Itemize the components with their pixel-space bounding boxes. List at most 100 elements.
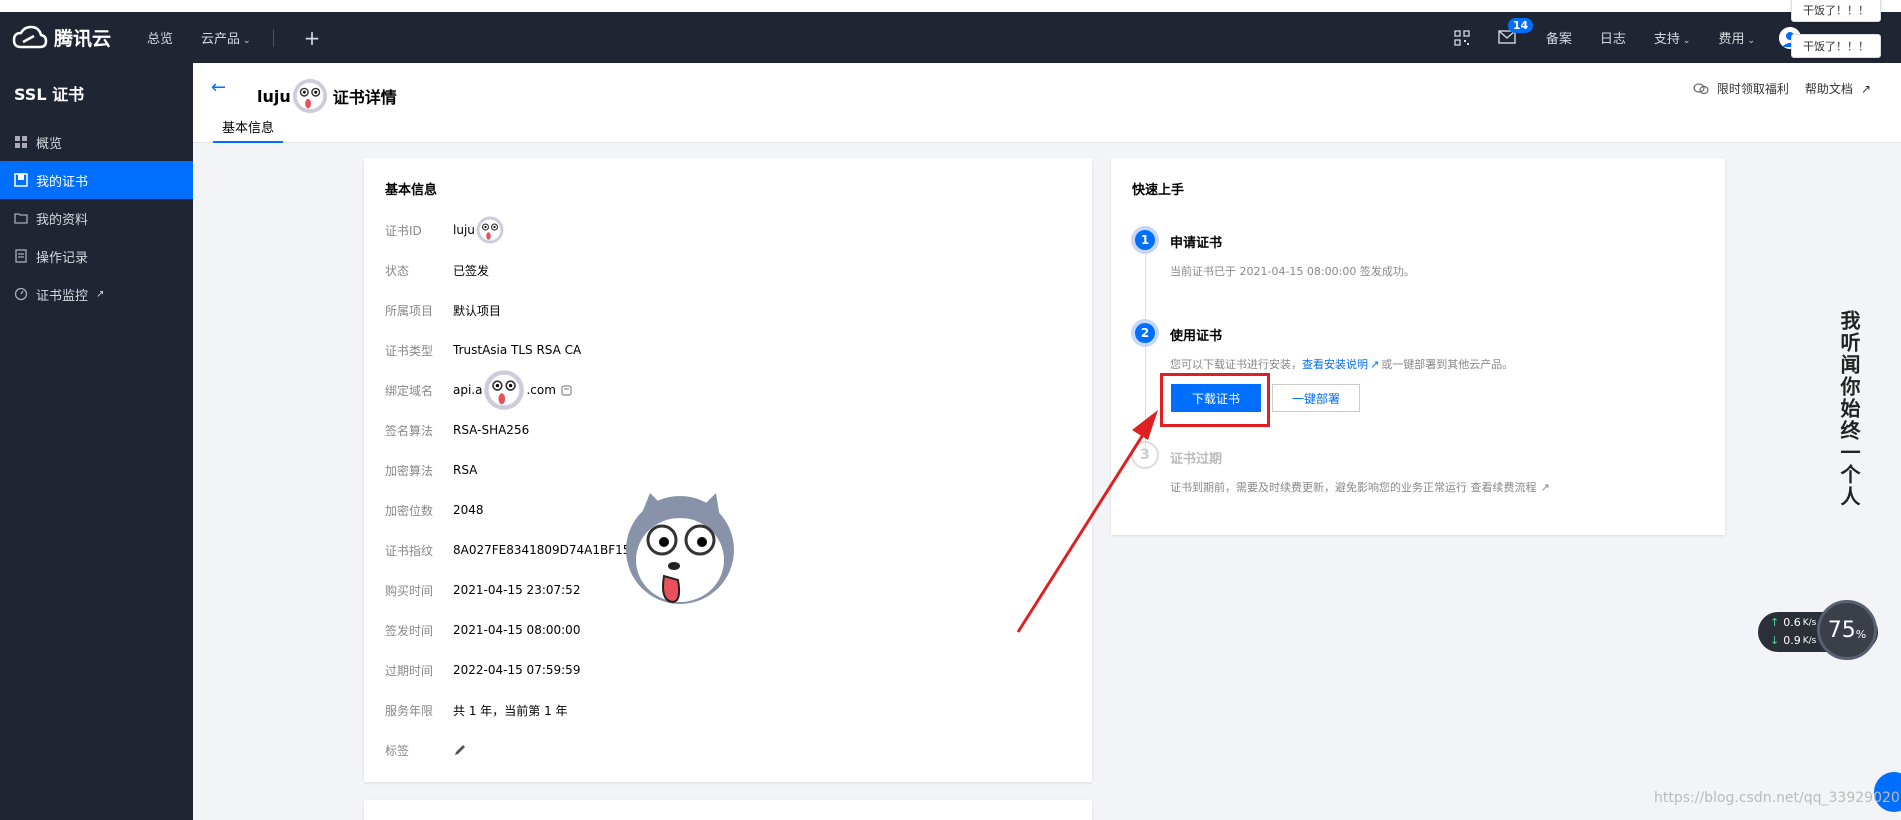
- back-arrow-icon[interactable]: ←: [211, 77, 226, 98]
- add-shortcut-button[interactable]: +: [304, 26, 321, 50]
- project-value: 默认项目: [453, 303, 502, 318]
- pencil-edit-icon[interactable]: [453, 743, 467, 757]
- nav-billing[interactable]: 费用 ⌄: [1718, 28, 1755, 47]
- net-up-value: 0.6: [1783, 616, 1801, 629]
- info-row-purchase-time: 购买时间 2021-04-15 23:07:52: [385, 580, 580, 600]
- info-key: 加密算法: [385, 463, 434, 478]
- net-unit: K/s: [1802, 617, 1817, 628]
- info-row-enc-algo: 加密算法 RSA: [385, 460, 477, 480]
- nav-logs[interactable]: 日志: [1600, 28, 1626, 47]
- sign-algo-value: RSA-SHA256: [453, 423, 530, 437]
- sidebar-item-overview[interactable]: 概览: [0, 123, 193, 161]
- tab-label: 基本信息: [222, 121, 275, 136]
- info-key: 证书类型: [385, 343, 434, 358]
- step-desc-text: 或一键部署到其他云产品。: [1381, 358, 1514, 371]
- step-number-text: 2: [1135, 323, 1155, 343]
- step-desc-text: 您可以下载证书进行安装，: [1170, 358, 1302, 371]
- service-years-value: 共 1 年，当前第 1 年: [453, 703, 568, 718]
- step-number-1: 1: [1131, 226, 1159, 254]
- nav-overview[interactable]: 总览: [147, 28, 173, 47]
- sidebar: SSL 证书 概览 我的证书 我的资料 操作记录 证书监控 ↗: [0, 63, 193, 820]
- step-desc-text: 证书到期前，需要及时续费更新，避免影响您的业务正常运行 查看续费流程: [1170, 481, 1537, 494]
- floating-note[interactable]: 干饭了！！！: [1791, 0, 1881, 22]
- external-link-icon: ↗: [96, 288, 105, 300]
- info-row-tags: 标签: [385, 740, 467, 760]
- gauge-percent-unit: %: [1855, 627, 1867, 641]
- sidebar-item-label: 操作记录: [36, 250, 89, 266]
- nav-filing[interactable]: 备案: [1546, 28, 1572, 47]
- step-description: 当前证书已于 2021-04-15 08:00:00 签发成功。: [1170, 265, 1415, 278]
- step-connector: [1145, 254, 1146, 454]
- info-key: 绑定域名: [385, 383, 434, 398]
- vertical-overlay-text: 我听闻你始终一个人: [1837, 310, 1861, 508]
- info-row-issue-time: 签发时间 2021-04-15 08:00:00: [385, 620, 580, 640]
- sidebar-item-my-certificates[interactable]: 我的证书: [0, 161, 193, 199]
- sidebar-item-label: 我的资料: [36, 212, 89, 228]
- info-key: 服务年限: [385, 703, 434, 718]
- page-title: luju 证书详情: [257, 77, 397, 115]
- info-row-sign-algo: 签名算法 RSA-SHA256: [385, 420, 529, 440]
- arrow-up-icon: ↑: [1770, 616, 1780, 629]
- cloud-logo-icon: [12, 25, 48, 48]
- chevron-down-icon: ⌄: [1747, 36, 1755, 46]
- external-link-icon: ↗: [1370, 358, 1380, 371]
- qr-code-icon[interactable]: [1454, 29, 1470, 46]
- brand-name: 腾讯云: [54, 28, 112, 50]
- gauge-percent: 75: [1827, 617, 1856, 643]
- info-key: 所属项目: [385, 303, 434, 318]
- chevron-down-icon: ⌄: [243, 36, 251, 46]
- info-row-project: 所属项目 默认项目: [385, 300, 501, 320]
- sidebar-item-my-info[interactable]: 我的资料: [0, 199, 193, 237]
- blog-watermark: https://blog.csdn.net/qq_33929020: [1654, 790, 1900, 806]
- memory-usage-gauge[interactable]: 75%: [1817, 600, 1877, 660]
- enc-algo-value: RSA: [453, 463, 478, 477]
- info-row-expire-time: 过期时间 2022-04-15 07:59:59: [385, 660, 580, 680]
- one-click-deploy-button[interactable]: 一键部署: [1272, 384, 1360, 412]
- card-title: 快速上手: [1132, 183, 1185, 198]
- arrow-down-icon: ↓: [1770, 634, 1780, 647]
- cert-id-value: luju: [453, 223, 475, 237]
- purchase-time-value: 2021-04-15 23:07:52: [453, 583, 581, 597]
- sidebar-item-label: 概览: [36, 136, 63, 152]
- net-up-line: ↑ 0.6 K/s: [1770, 616, 1816, 629]
- welfare-link[interactable]: 限时领取福利: [1717, 80, 1789, 97]
- info-key: 证书指纹: [385, 543, 434, 558]
- folder-icon: [14, 213, 28, 224]
- info-row-cert-id: 证书ID luju: [385, 216, 505, 244]
- step-number-text: 3: [1140, 447, 1150, 463]
- floating-note[interactable]: 干饭了！！！: [1791, 34, 1881, 58]
- info-key: 状态: [385, 263, 410, 278]
- nav-products-label: 云产品: [201, 32, 241, 47]
- sidebar-item-operation-log[interactable]: 操作记录: [0, 237, 193, 275]
- husky-sticker-icon: [484, 370, 525, 410]
- mail-badge: 14: [1507, 17, 1534, 33]
- sidebar-item-cert-monitor[interactable]: 证书监控 ↗: [0, 275, 193, 313]
- domain-prefix: api.a: [453, 383, 483, 397]
- net-down-line: ↓ 0.9 K/s: [1770, 634, 1816, 647]
- nav-support[interactable]: 支持 ⌄: [1654, 28, 1691, 47]
- step-number-2: 2: [1131, 319, 1159, 347]
- install-guide-link[interactable]: 查看安装说明: [1302, 358, 1368, 371]
- page-title-suffix: 证书详情: [332, 88, 397, 107]
- mail-button[interactable]: 14: [1498, 17, 1534, 46]
- step-title: 申请证书: [1170, 236, 1223, 251]
- step-number-3: 3: [1131, 441, 1159, 469]
- sidebar-item-label: 证书监控: [36, 288, 89, 304]
- tab-basic-info[interactable]: 基本信息: [213, 117, 284, 143]
- info-row-fingerprint: 证书指纹 8A027FE8341809D74A1BF152: [385, 540, 638, 560]
- copy-icon[interactable]: [560, 383, 574, 397]
- nav-support-label: 支持: [1653, 32, 1680, 47]
- certificate-icon: [14, 173, 28, 187]
- sidebar-item-label: 我的证书: [36, 174, 89, 190]
- step-description: 您可以下载证书进行安装，查看安装说明 ↗ 或一键部署到其他云产品。: [1170, 356, 1513, 372]
- expire-time-value: 2022-04-15 07:59:59: [453, 663, 581, 677]
- nav-products[interactable]: 云产品 ⌄: [201, 28, 251, 47]
- secondary-card: [364, 800, 1092, 820]
- fingerprint-value: 8A027FE8341809D74A1BF152: [453, 543, 639, 557]
- issue-time-value: 2021-04-15 08:00:00: [453, 623, 581, 637]
- brand-logo[interactable]: 腾讯云: [12, 24, 111, 51]
- info-row-cert-type: 证书类型 TrustAsia TLS RSA CA: [385, 340, 581, 360]
- help-doc-link[interactable]: 帮助文档: [1805, 80, 1853, 97]
- page-title-prefix: luju: [257, 86, 291, 106]
- log-icon: [15, 249, 27, 263]
